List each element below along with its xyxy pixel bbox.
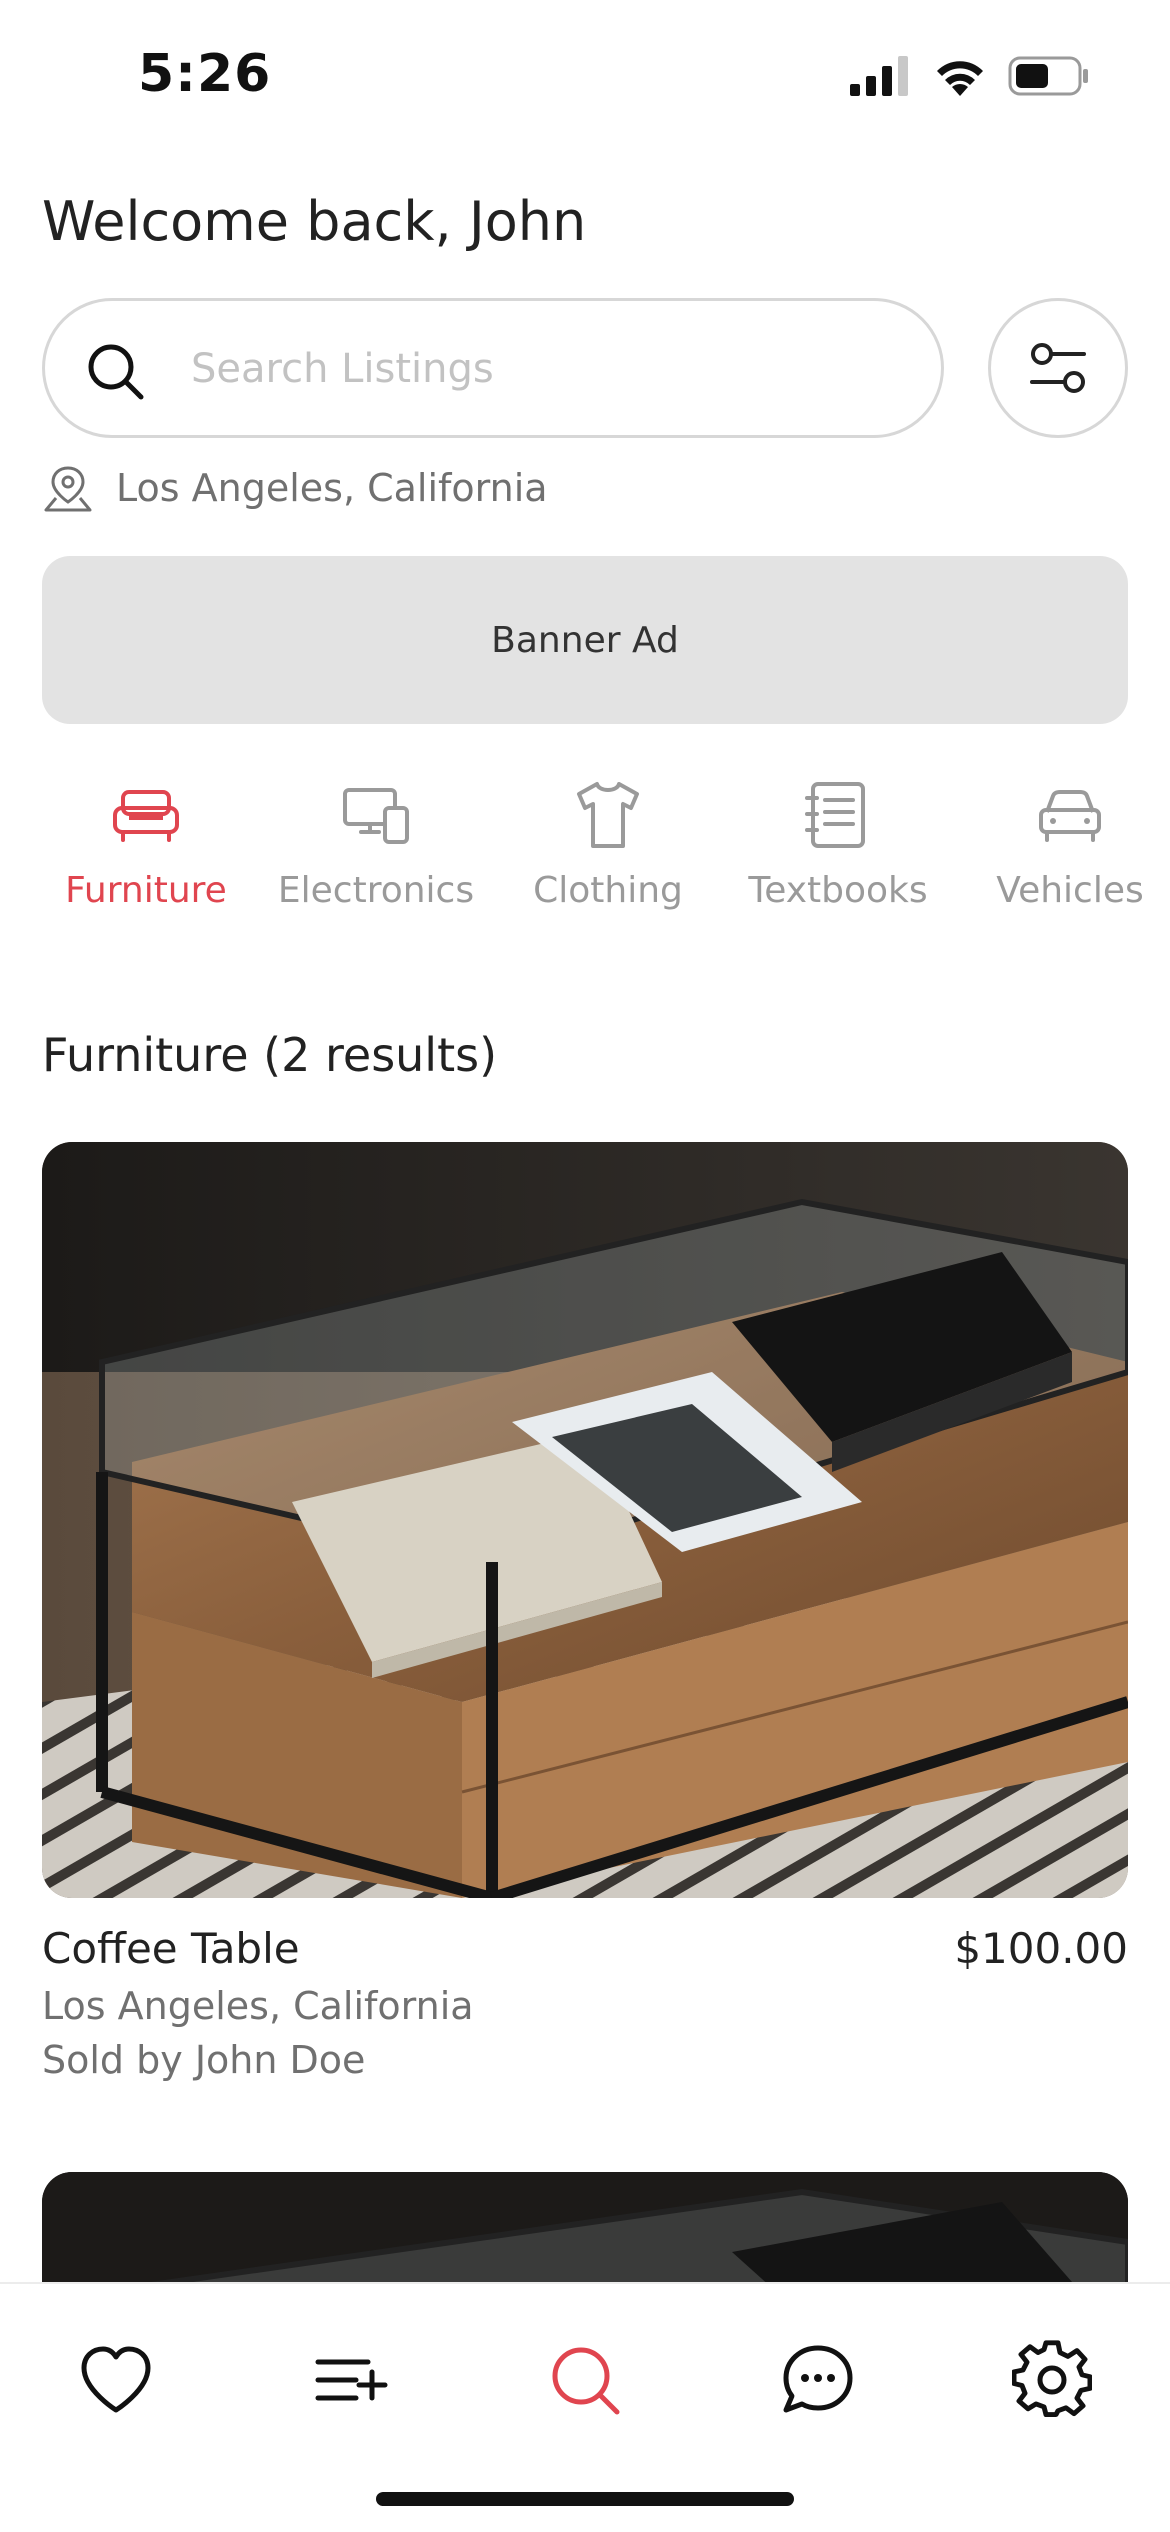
listing-title[interactable]: Coffee Table (42, 1924, 300, 1973)
location-pin-icon (44, 466, 92, 512)
category-label: Electronics (277, 870, 475, 911)
category-label: Furniture (65, 870, 227, 911)
listing-image[interactable] (42, 1142, 1128, 1898)
screen: 5:26 Welcome back, John Search Listings … (0, 0, 1170, 2532)
category-clothing[interactable]: Clothing (498, 778, 718, 928)
results-heading: Furniture (2 results) (42, 1028, 498, 1082)
category-label: Textbooks (748, 870, 928, 911)
search-icon (552, 2347, 620, 2415)
location-text: Los Angeles, California (116, 466, 548, 510)
cellular-signal-icon (850, 56, 908, 96)
greeting: Welcome back, John (42, 190, 587, 253)
listing-location: Los Angeles, California (42, 1984, 474, 2028)
category-furniture[interactable]: Furniture (36, 778, 256, 928)
filter-button[interactable] (988, 298, 1128, 438)
location-row[interactable]: Los Angeles, California (42, 458, 548, 518)
search-input[interactable] (191, 331, 891, 407)
tab-my-listings[interactable] (300, 2330, 400, 2430)
category-vehicles[interactable]: Vehicles (960, 778, 1170, 928)
listing-price: $100.00 (954, 1924, 1128, 1973)
list-add-icon (315, 2359, 388, 2401)
devices-icon (343, 788, 409, 844)
search-box[interactable] (42, 298, 944, 438)
status-bar: 5:26 (0, 0, 1170, 150)
heart-icon (81, 2346, 151, 2413)
wifi-icon (937, 61, 983, 96)
chat-icon (783, 2345, 853, 2413)
status-icons (850, 56, 1090, 96)
car-icon (1039, 790, 1101, 842)
category-label: Vehicles (996, 870, 1144, 911)
home-indicator[interactable] (376, 2492, 794, 2506)
search-icon (88, 344, 144, 400)
settings-icon (1012, 2340, 1092, 2418)
category-electronics[interactable]: Electronics (266, 778, 486, 928)
battery-icon (1008, 56, 1088, 96)
filter-sliders-icon (1030, 343, 1086, 393)
banner-ad[interactable]: Banner Ad (42, 556, 1128, 724)
shirt-icon (577, 782, 639, 848)
coffee-table-photo (42, 1142, 1128, 1898)
banner-ad-label: Banner Ad (491, 619, 679, 661)
tab-search[interactable] (535, 2330, 635, 2430)
tab-messages[interactable] (768, 2330, 868, 2430)
category-textbooks[interactable]: Textbooks (728, 778, 948, 928)
notebook-icon (805, 782, 865, 848)
category-bar: Furniture Electronics Clothing Textbooks… (0, 778, 1170, 928)
tab-favorites[interactable] (66, 2330, 166, 2430)
sofa-icon (113, 790, 179, 842)
category-label: Clothing (533, 870, 683, 911)
listing-seller: Sold by John Doe (42, 2038, 366, 2082)
status-time: 5:26 (138, 44, 272, 104)
tab-settings[interactable] (1002, 2330, 1102, 2430)
